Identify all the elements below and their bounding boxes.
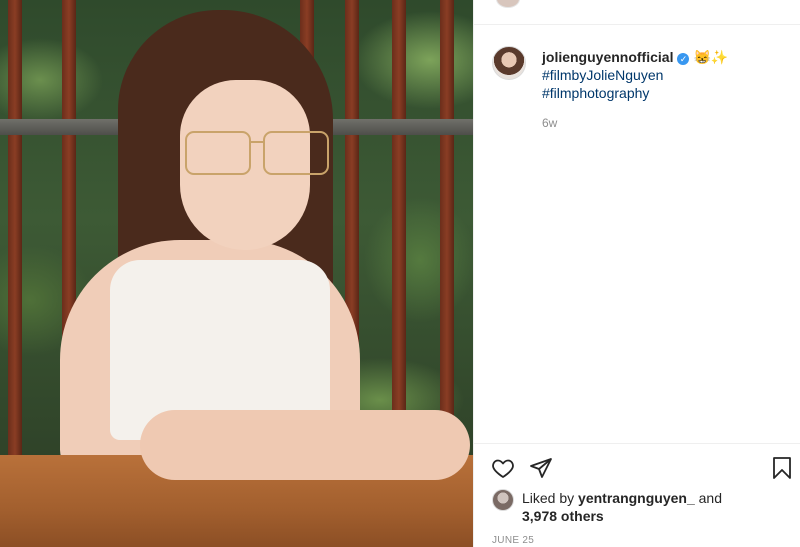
post-footer: Liked by yentrangnguyen_ and 3,978 other… [474, 443, 800, 547]
post-date[interactable]: JUNE 25 [492, 535, 534, 546]
glasses [185, 131, 329, 175]
heart-icon[interactable] [491, 456, 515, 485]
subject-arm [140, 410, 470, 480]
likes-text: Liked by yentrangnguyen_ and 3,978 other… [522, 489, 722, 525]
post-caption: jolienguyennofficial ✓ 😸✨ #filmbyJolieNguy… [492, 46, 791, 132]
likes-joiner: and [694, 490, 722, 506]
verified-badge-icon: ✓ [677, 53, 690, 65]
hashtag-link[interactable]: #filmphotography [542, 84, 728, 102]
caption-body: jolienguyennofficial ✓ 😸✨ #filmbyJolieNguy… [542, 46, 728, 132]
likes-others-link[interactable]: 3,978 others [522, 508, 604, 524]
liker-avatar[interactable] [492, 489, 514, 511]
author-avatar[interactable] [492, 46, 526, 80]
header-strip [474, 0, 800, 25]
liker-username[interactable]: yentrangnguyen_ [578, 490, 695, 506]
bookmark-icon[interactable] [770, 456, 794, 485]
fence-slat [440, 0, 454, 470]
author-username[interactable]: jolienguyennofficial [542, 49, 673, 65]
paper-plane-icon[interactable] [529, 456, 553, 485]
likes-prefix: Liked by [522, 490, 579, 506]
post-photo[interactable] [0, 0, 473, 547]
post-time-ago[interactable]: 6w [542, 114, 728, 132]
caption-emojis: 😸✨ [693, 49, 729, 65]
fence-slat [392, 0, 406, 470]
fence-slat [8, 0, 22, 470]
likes-summary: Liked by yentrangnguyen_ and 3,978 other… [492, 489, 789, 525]
hashtag-link[interactable]: #filmbyJolieNguyen [542, 66, 728, 84]
header-avatar[interactable] [496, 0, 520, 8]
post-details-panel: jolienguyennofficial ✓ 😸✨ #filmbyJolieNguy… [473, 0, 800, 547]
